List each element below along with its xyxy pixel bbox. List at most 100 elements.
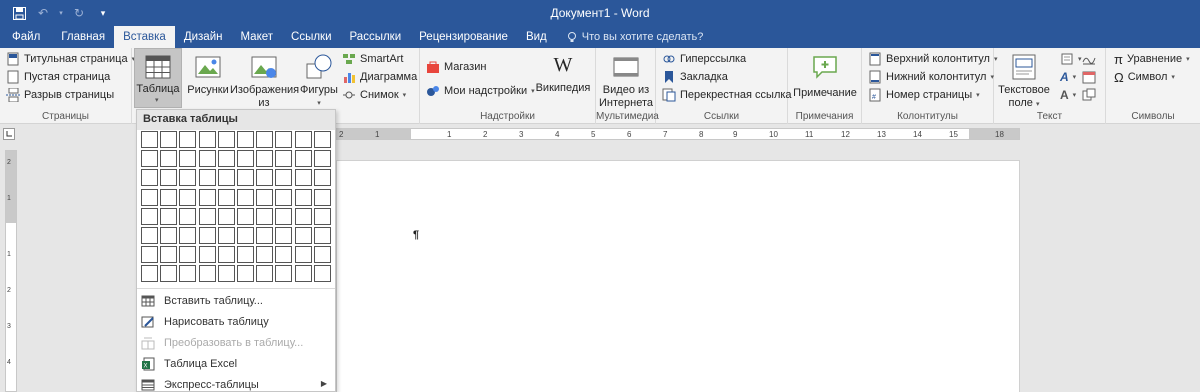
table-grid-cell[interactable] bbox=[141, 246, 158, 264]
table-grid-cell[interactable] bbox=[198, 207, 216, 225]
table-grid-cell[interactable] bbox=[217, 246, 235, 264]
excel-table-item[interactable]: X Таблица Excel bbox=[137, 353, 335, 374]
table-grid-cell[interactable] bbox=[275, 226, 293, 244]
tab-selector[interactable] bbox=[3, 128, 15, 140]
table-grid-cell[interactable] bbox=[198, 169, 216, 187]
quick-tables-item[interactable]: Экспресс-таблицы ▶ bbox=[137, 374, 335, 392]
symbol-button[interactable]: Ω Символ ▾ bbox=[1114, 68, 1175, 86]
table-grid-cell[interactable] bbox=[141, 131, 158, 148]
table-grid-cell[interactable] bbox=[275, 265, 293, 283]
tab-layout[interactable]: Макет bbox=[231, 26, 282, 48]
table-grid-cell[interactable] bbox=[275, 150, 293, 168]
text-box-button[interactable]: Текстовое поле ▾ bbox=[996, 50, 1052, 111]
table-grid-cell[interactable] bbox=[275, 207, 293, 225]
tab-file[interactable]: Файл bbox=[0, 26, 52, 48]
table-grid-cell[interactable] bbox=[256, 265, 274, 283]
table-grid-cell[interactable] bbox=[179, 131, 197, 148]
footer-button[interactable]: Нижний колонтитул ▾ bbox=[868, 68, 994, 86]
tab-view[interactable]: Вид bbox=[517, 26, 556, 48]
quick-parts-button[interactable]: ▾ bbox=[1060, 50, 1082, 68]
table-grid-cell[interactable] bbox=[160, 169, 178, 187]
document-page[interactable]: ¶ bbox=[336, 160, 1020, 392]
cross-reference-button[interactable]: Перекрестная ссылка bbox=[662, 86, 792, 104]
smartart-button[interactable]: SmartArt bbox=[342, 50, 403, 68]
table-grid-cell[interactable] bbox=[256, 150, 274, 168]
table-grid-cell[interactable] bbox=[141, 188, 158, 206]
drop-cap-button[interactable]: A ▾ bbox=[1060, 86, 1076, 104]
table-grid-cell[interactable] bbox=[313, 207, 331, 225]
table-grid-cell[interactable] bbox=[179, 265, 197, 283]
table-grid-cell[interactable] bbox=[236, 188, 254, 206]
table-grid-cell[interactable] bbox=[236, 169, 254, 187]
tab-home[interactable]: Главная bbox=[52, 26, 114, 48]
table-grid-cell[interactable] bbox=[179, 207, 197, 225]
table-grid-cell[interactable] bbox=[160, 226, 178, 244]
bookmark-button[interactable]: Закладка bbox=[662, 68, 728, 86]
table-grid-cell[interactable] bbox=[236, 150, 254, 168]
table-grid-cell[interactable] bbox=[179, 246, 197, 264]
table-grid-cell[interactable] bbox=[179, 169, 197, 187]
table-grid-cell[interactable] bbox=[294, 169, 312, 187]
tab-mailings[interactable]: Рассылки bbox=[341, 26, 411, 48]
equation-button[interactable]: π Уравнение ▾ bbox=[1114, 50, 1190, 68]
table-button[interactable]: Таблица ▾ bbox=[134, 48, 182, 108]
insert-table-item[interactable]: Вставить таблицу... bbox=[137, 290, 335, 311]
table-grid-cell[interactable] bbox=[294, 265, 312, 283]
table-grid-cell[interactable] bbox=[141, 226, 158, 244]
cover-page-button[interactable]: Титульная страница▾ bbox=[6, 50, 135, 68]
object-button[interactable] bbox=[1082, 86, 1096, 104]
table-grid-cell[interactable] bbox=[160, 246, 178, 264]
table-grid-cell[interactable] bbox=[198, 246, 216, 264]
table-size-grid[interactable] bbox=[140, 130, 332, 284]
table-grid-cell[interactable] bbox=[256, 246, 274, 264]
table-grid-cell[interactable] bbox=[313, 188, 331, 206]
table-grid-cell[interactable] bbox=[294, 150, 312, 168]
table-grid-cell[interactable] bbox=[256, 207, 274, 225]
table-grid-cell[interactable] bbox=[198, 131, 216, 148]
table-grid-cell[interactable] bbox=[275, 246, 293, 264]
table-grid-cell[interactable] bbox=[236, 265, 254, 283]
screenshot-button[interactable]: Снимок ▾ bbox=[342, 86, 406, 104]
shapes-button[interactable]: Фигуры ▾ bbox=[298, 50, 340, 110]
table-grid-cell[interactable] bbox=[198, 150, 216, 168]
table-grid-cell[interactable] bbox=[179, 188, 197, 206]
table-grid-cell[interactable] bbox=[217, 226, 235, 244]
table-grid-cell[interactable] bbox=[313, 169, 331, 187]
table-grid-cell[interactable] bbox=[141, 207, 158, 225]
chart-button[interactable]: Диаграмма bbox=[342, 68, 417, 86]
table-grid-cell[interactable] bbox=[313, 265, 331, 283]
table-grid-cell[interactable] bbox=[313, 131, 331, 148]
table-grid-cell[interactable] bbox=[217, 207, 235, 225]
signature-line-button[interactable] bbox=[1082, 50, 1096, 68]
table-grid-cell[interactable] bbox=[236, 207, 254, 225]
table-grid-cell[interactable] bbox=[160, 150, 178, 168]
table-grid-cell[interactable] bbox=[275, 188, 293, 206]
tell-me-box[interactable]: Что вы хотите сделать? bbox=[556, 26, 703, 48]
table-grid-cell[interactable] bbox=[217, 169, 235, 187]
tab-insert[interactable]: Вставка bbox=[114, 26, 175, 48]
convert-to-table-item[interactable]: Преобразовать в таблицу... bbox=[137, 332, 335, 353]
store-button[interactable]: Магазин bbox=[426, 58, 486, 76]
table-grid-cell[interactable] bbox=[141, 169, 158, 187]
table-grid-cell[interactable] bbox=[313, 246, 331, 264]
date-time-button[interactable] bbox=[1082, 68, 1096, 86]
tab-design[interactable]: Дизайн bbox=[175, 26, 232, 48]
table-grid-cell[interactable] bbox=[141, 150, 158, 168]
pictures-button[interactable]: Рисунки bbox=[186, 50, 230, 97]
table-grid-cell[interactable] bbox=[160, 131, 178, 148]
table-grid-cell[interactable] bbox=[217, 188, 235, 206]
table-grid-cell[interactable] bbox=[294, 131, 312, 148]
table-grid-cell[interactable] bbox=[179, 150, 197, 168]
table-grid-cell[interactable] bbox=[294, 226, 312, 244]
table-grid-cell[interactable] bbox=[256, 169, 274, 187]
table-grid-cell[interactable] bbox=[179, 226, 197, 244]
table-grid-cell[interactable] bbox=[160, 265, 178, 283]
tab-review[interactable]: Рецензирование bbox=[410, 26, 517, 48]
table-grid-cell[interactable] bbox=[160, 188, 178, 206]
vertical-ruler[interactable]: 2 1 1 2 3 4 bbox=[5, 150, 17, 392]
table-grid-cell[interactable] bbox=[256, 131, 274, 148]
table-grid-cell[interactable] bbox=[236, 246, 254, 264]
wordart-button[interactable]: A ▾ bbox=[1060, 68, 1076, 86]
draw-table-item[interactable]: Нарисовать таблицу bbox=[137, 311, 335, 332]
table-grid-cell[interactable] bbox=[198, 226, 216, 244]
